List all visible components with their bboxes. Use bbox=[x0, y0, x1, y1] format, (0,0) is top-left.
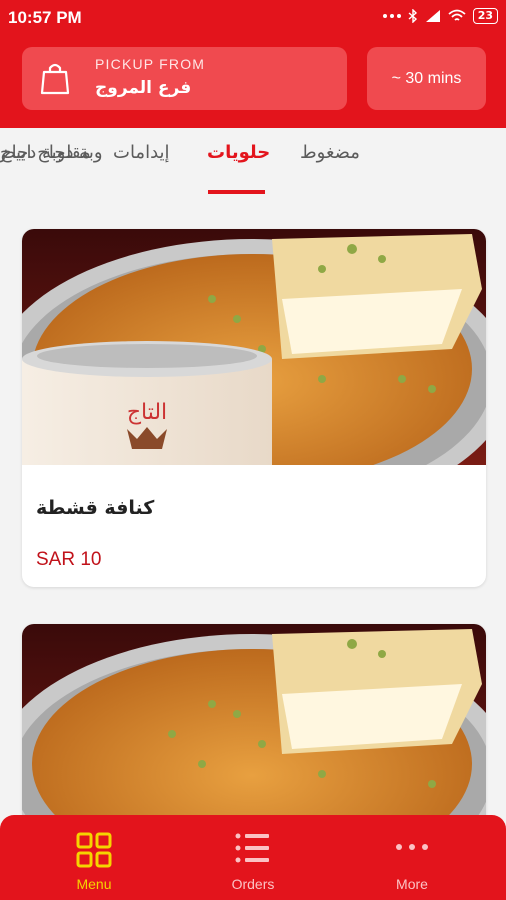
pickup-location-button[interactable]: PICKUP FROM فرع المروج bbox=[22, 47, 347, 110]
nav-more[interactable]: More bbox=[328, 815, 496, 900]
category-tabs: وبة دجاج ابيض مضغوط حلويات إيدامات مقلوب… bbox=[0, 128, 506, 202]
svg-text:التاج: التاج bbox=[127, 400, 167, 425]
item-price: SAR 10 bbox=[36, 549, 102, 570]
kunafa-image: التاج bbox=[22, 229, 486, 465]
nav-orders[interactable]: Orders bbox=[169, 815, 337, 900]
nav-menu[interactable]: Menu bbox=[10, 815, 178, 900]
signal-icon bbox=[425, 10, 440, 22]
more-dots-icon bbox=[396, 844, 428, 850]
app-screen: 10:57 PM 23 PICKUP FROM فرع المروج ~ 30 … bbox=[0, 0, 506, 900]
active-tab-indicator bbox=[208, 190, 265, 194]
nav-more-label: More bbox=[396, 876, 428, 892]
eta-label: ~ 30 mins bbox=[391, 69, 462, 87]
tab-idamat[interactable]: إيدامات bbox=[113, 142, 170, 163]
tab-desserts[interactable]: حلويات bbox=[207, 142, 270, 163]
bottom-navigation: Menu Orders More bbox=[0, 815, 506, 900]
shopping-bag-icon bbox=[40, 63, 70, 95]
item-name: كنافة قشطة bbox=[36, 497, 155, 519]
battery-icon: 23 bbox=[472, 8, 498, 24]
menu-item-card[interactable]: التاج كنافة قشطة SAR 10 bbox=[22, 229, 486, 587]
tab-madghout[interactable]: مضغوط bbox=[300, 142, 360, 163]
nav-orders-label: Orders bbox=[231, 876, 275, 892]
status-time: 10:57 PM bbox=[8, 8, 82, 27]
bluetooth-icon bbox=[408, 9, 417, 23]
status-bar: 10:57 PM 23 bbox=[0, 0, 506, 36]
header: 10:57 PM 23 PICKUP FROM فرع المروج ~ 30 … bbox=[0, 0, 506, 128]
status-icons: 23 bbox=[382, 8, 498, 24]
list-icon bbox=[235, 833, 269, 863]
pickup-label: PICKUP FROM bbox=[95, 56, 206, 72]
notification-dots-icon bbox=[382, 14, 401, 18]
nav-menu-label: Menu bbox=[76, 876, 112, 892]
wifi-icon bbox=[448, 9, 466, 21]
pickup-branch-name: فرع المروج bbox=[95, 78, 192, 98]
menu-list: التاج كنافة قشطة SAR 10 bbox=[0, 202, 506, 900]
tab-maqluba-chicken[interactable]: مقلوبة دجاج bbox=[0, 142, 91, 163]
grid-icon bbox=[76, 832, 112, 868]
eta-button[interactable]: ~ 30 mins bbox=[367, 47, 486, 110]
